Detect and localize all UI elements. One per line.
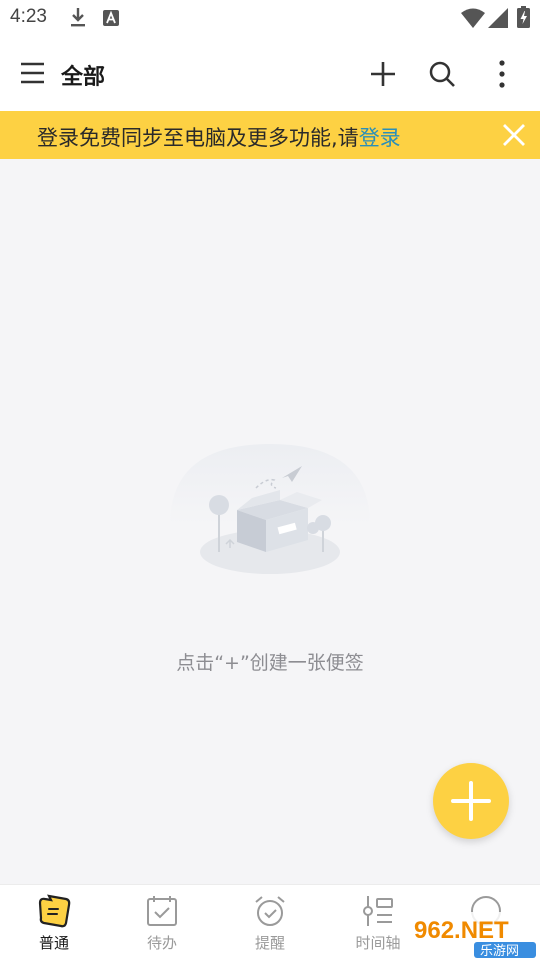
create-note-button[interactable] (433, 763, 509, 839)
nav-item-todo[interactable]: 待办 (108, 885, 216, 960)
menu-icon[interactable] (14, 58, 50, 88)
battery-charging-icon (517, 6, 530, 28)
watermark-brand: 962.NET (414, 917, 509, 944)
nav-item-reminder[interactable]: 提醒 (216, 885, 324, 960)
alarm-clock-icon (255, 896, 285, 926)
plus-icon (451, 781, 491, 821)
app-bar: 全部 (0, 36, 540, 111)
login-banner-text: 登录免费同步至电脑及更多功能,请登录 (37, 122, 401, 152)
close-icon[interactable] (498, 119, 530, 151)
todo-check-icon (147, 896, 177, 926)
watermark-logo: 962.NET 乐游网 (406, 912, 538, 959)
empty-hint: 点击“+”创建一张便签 (176, 652, 364, 674)
signal-icon (488, 8, 508, 28)
nav-label-todo: 待办 (146, 934, 177, 952)
search-icon[interactable] (422, 54, 462, 94)
download-icon (71, 8, 85, 27)
status-bar: 4:23 (0, 0, 540, 36)
login-link[interactable]: 登录 (359, 126, 401, 150)
wifi-icon (461, 8, 485, 28)
watermark-sub: 乐游网 (480, 944, 519, 959)
login-banner: 登录免费同步至电脑及更多功能,请登录 (0, 111, 540, 159)
nav-label-reminder: 提醒 (254, 934, 285, 952)
add-icon[interactable] (363, 54, 403, 94)
more-icon[interactable] (482, 54, 522, 94)
sticky-note-icon (38, 894, 71, 928)
nav-label-normal: 普通 (38, 934, 69, 952)
page-title: 全部 (61, 65, 106, 90)
nav-item-normal[interactable]: 普通 (0, 885, 108, 960)
font-app-icon (103, 10, 119, 26)
status-time: 4:23 (10, 6, 47, 27)
login-banner-message: 登录免费同步至电脑及更多功能,请 (37, 126, 359, 150)
timeline-icon (363, 896, 393, 926)
empty-box-illustration (170, 444, 370, 574)
